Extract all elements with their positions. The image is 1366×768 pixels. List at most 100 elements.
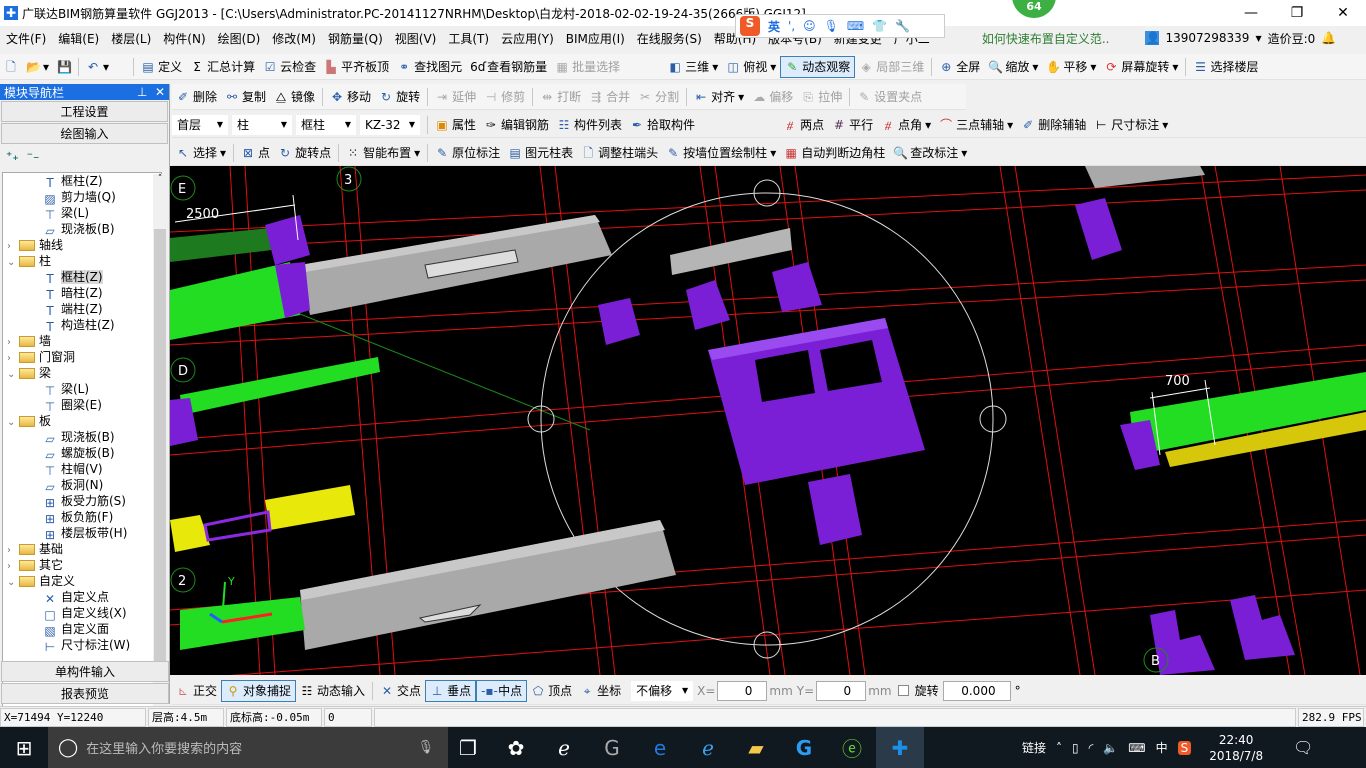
menu-floor[interactable]: 楼层(L) [105,30,157,47]
bell-icon[interactable]: 🔔 [1321,31,1336,45]
menu-component[interactable]: 构件(N) [157,30,211,47]
account-phone[interactable]: 13907298339 [1159,31,1255,45]
intersection-button[interactable]: ✕ 交点 [376,680,425,702]
cloud-check-button[interactable]: ☑ 云检查 [259,56,320,78]
app-fan-icon[interactable]: ✿ [492,727,540,768]
tree-item[interactable]: › 基础 [3,541,161,557]
edit-rebar-button[interactable]: ✑ 编辑钢筋 [480,114,553,136]
tree-item[interactable]: ▧ 自定义面 [3,621,161,638]
column-table-button[interactable]: ▤ 图元柱表 [504,142,577,164]
copy-button[interactable]: ⚯ 复制 [221,86,270,108]
offset-select[interactable]: 不偏移 ▼ [631,680,694,701]
tree-item[interactable]: ▨ 剪力墙(Q) [3,189,161,206]
tree-item[interactable]: › 墙 [3,333,161,349]
orbit-button[interactable]: ✎ 动态观察 [780,55,856,78]
select-button[interactable]: ↖ 选择 ▾ [172,142,230,164]
object-snap-button[interactable]: ⚲ 对象捕捉 [221,679,297,702]
select-floor-button[interactable]: ☰ 选择楼层 [1189,56,1262,78]
tree-item[interactable]: ⊤ 圈梁(E) [3,397,161,414]
browser-e-icon[interactable]: ℯ [540,727,588,768]
define-button[interactable]: ▤ 定义 [137,56,186,78]
tree-item[interactable]: ▱ 现浇板(B) [3,429,161,446]
rotate-point-button[interactable]: ↻ 旋转点 [274,142,335,164]
menu-file[interactable]: 文件(F) [0,30,52,47]
tree-item[interactable]: ⊤ 柱帽(V) [3,461,161,478]
keyboard-icon[interactable]: ⌨ [1128,741,1145,755]
tree-item[interactable]: ⌄ 板 [3,413,161,429]
tree-item[interactable]: ▱ 螺旋板(B) [3,445,161,462]
zoom-button[interactable]: 🔍 缩放 ▾ [984,56,1042,78]
price-beans[interactable]: 造价豆:0 [1262,30,1322,47]
tree-item[interactable]: ⊞ 楼层板带(H) [3,525,161,542]
promo-link[interactable]: 如何快速布置自定义范.. [976,30,1116,47]
menu-edit[interactable]: 编辑(E) [52,30,105,47]
midpoint-button[interactable]: -▪- 中点 [476,679,528,702]
file-explorer-icon[interactable]: ▰ [732,727,780,768]
menu-cloud[interactable]: 云应用(Y) [495,30,560,47]
microphone-icon[interactable]: 🎙 [417,740,434,755]
tree-item[interactable]: T 端柱(Z) [3,301,161,318]
tree-item[interactable]: › 轴线 [3,237,161,253]
tree-scrollbar[interactable]: ˄ [153,174,167,740]
screen-rotate-button[interactable]: ⟳ 屏幕旋转 ▾ [1100,56,1182,78]
tree-item[interactable]: ⌄ 自定义 [3,573,161,589]
ie-icon[interactable]: ℯ [684,727,732,768]
category-select[interactable]: 柱 ▼ [232,114,292,135]
rotate-input[interactable]: 0.000 [942,680,1011,701]
close-button[interactable]: ✕ [1320,0,1366,26]
notification-badge[interactable]: 64 [1012,0,1056,18]
subtype-select[interactable]: 框柱 ▼ [296,114,356,135]
component-name-select[interactable]: KZ-32 ▼ [360,114,420,135]
single-component-input-button[interactable]: 单构件输入 [1,661,169,682]
menu-modify[interactable]: 修改(M) [266,30,322,47]
floor-select[interactable]: 首层 ▼ [172,114,228,135]
emoji-icon[interactable]: ☺ [803,19,816,33]
coordinate-button[interactable]: ⌖ 坐标 [576,680,625,702]
offset-button[interactable]: ☁ 偏移 [748,86,797,108]
menu-view[interactable]: 视图(V) [389,30,443,47]
3d-viewport[interactable]: E 3 D 2 B 2500 700 Y [170,166,1366,675]
align-button[interactable]: ⇤ 对齐 ▾ [690,86,748,108]
break-button[interactable]: ⇹ 打断 [536,86,585,108]
show-hidden-icons[interactable]: ˄ [1056,741,1062,755]
tree-item[interactable]: ⊢ 尺寸标注(W) [3,637,161,654]
calculate-button[interactable]: Σ 汇总计算 [186,56,259,78]
battery-icon[interactable]: ▯ [1072,741,1079,755]
microphone-icon[interactable]: 🎙 [824,19,839,33]
tree-item[interactable]: ✕ 自定义点 [3,589,161,606]
collapse-all-icon[interactable]: ⁻₋ [27,149,40,163]
align-slab-button[interactable]: ▙ 平齐板顶 [320,56,393,78]
sogou-tray-icon[interactable]: S [1177,740,1192,755]
view-rebar-button[interactable]: 6ɗ 查看钢筋量 [466,56,551,78]
minimize-button[interactable]: — [1228,0,1274,26]
ggj-app-icon[interactable]: ✚ [876,727,924,768]
tree-item[interactable]: › 其它 [3,557,161,573]
rotate-checkbox[interactable] [897,685,909,696]
mirror-button[interactable]: ⧋ 镜像 [270,86,319,108]
browser-g-icon[interactable]: G [588,727,636,768]
smart-layout-button[interactable]: ⁙ 智能布置 ▾ [342,142,424,164]
stretch-button[interactable]: ⎘ 拉伸 [797,86,846,108]
tree-item[interactable]: T 暗柱(Z) [3,285,161,302]
restore-button[interactable]: ❐ [1274,0,1320,26]
clock[interactable]: 22:40 2018/7/8 [1209,732,1263,764]
tree-item[interactable]: ⊞ 板负筋(F) [3,509,161,526]
input-language[interactable]: 中 [1156,739,1168,756]
undo-button[interactable]: ↶ ▾ [82,56,113,78]
batch-select-button[interactable]: ▦ 批量选择 [551,56,624,78]
drawing-input-button[interactable]: 绘图输入 [1,123,168,144]
parallel-axis-button[interactable]: # 平行 [828,114,877,136]
auto-corner-column-button[interactable]: ▦ 自动判断边角柱 [780,142,889,164]
ime-language[interactable]: 英 [768,18,780,35]
tree-item[interactable]: ⊞ 板受力筋(S) [3,493,161,510]
skin-icon[interactable]: 👕 [872,19,887,33]
report-preview-button[interactable]: 报表预览 [1,683,169,704]
green-browser-icon[interactable]: ⓔ [828,727,876,768]
wifi-icon[interactable]: ◜ [1089,741,1094,755]
delete-button[interactable]: ✐ 删除 [172,86,221,108]
move-button[interactable]: ✥ 移动 [326,86,375,108]
tree-item[interactable]: › 门窗洞 [3,349,161,365]
vertex-button[interactable]: ⬠ 顶点 [527,680,576,702]
tree-item[interactable]: ⌄ 梁 [3,365,161,381]
notification-center-icon[interactable]: 🗨 [1293,738,1313,757]
